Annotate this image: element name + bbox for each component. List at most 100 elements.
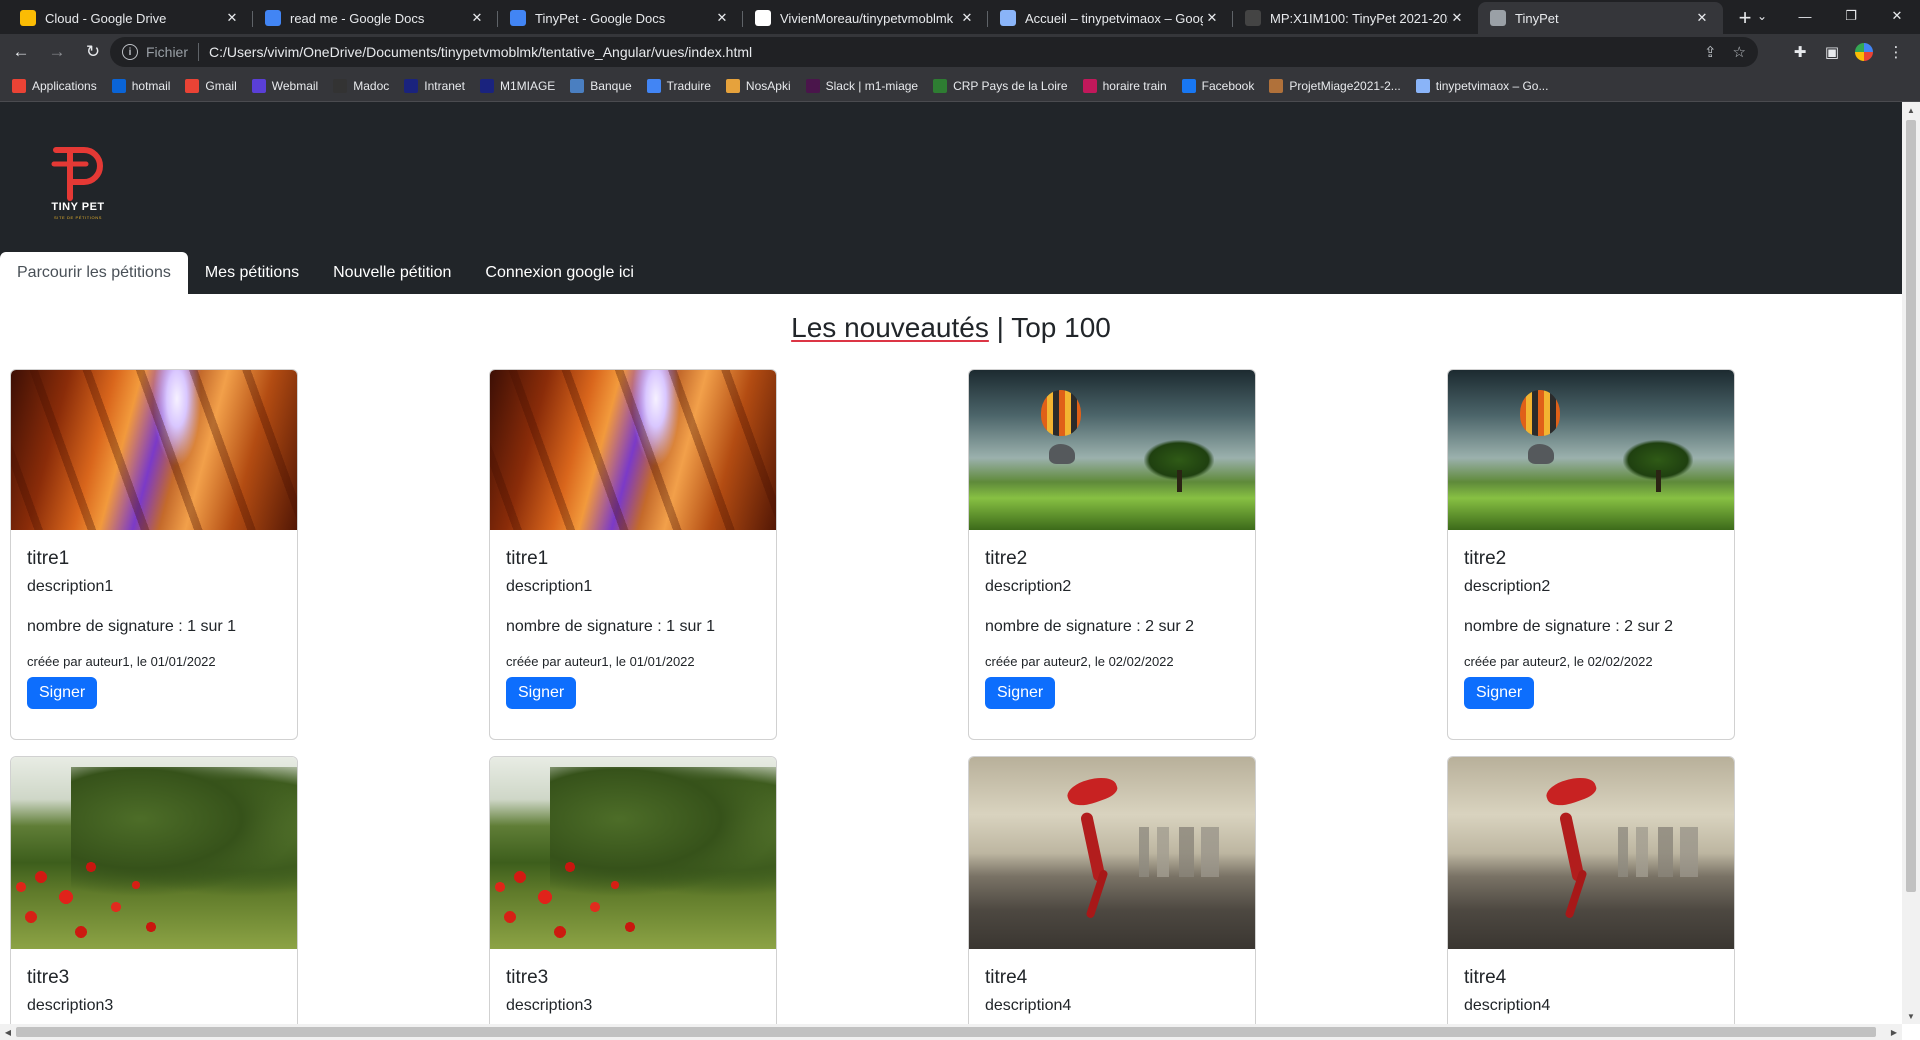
forward-arrow-icon[interactable]: →	[42, 37, 72, 67]
bookmark-item[interactable]: hotmail	[111, 78, 170, 93]
profile-avatar[interactable]	[1855, 43, 1873, 61]
red-scarf	[1543, 771, 1599, 811]
address-scheme: Fichier	[146, 44, 189, 60]
petition-description: description2	[1464, 578, 1551, 595]
petition-image	[490, 370, 776, 530]
bookmark-item[interactable]: Webmail	[251, 78, 318, 93]
bookmark-item[interactable]: Madoc	[333, 78, 389, 93]
nav-tab[interactable]: Mes pétitions	[188, 252, 316, 294]
crp-icon	[933, 78, 948, 93]
site-info-icon[interactable]: i	[122, 44, 138, 60]
petition-title: titre1	[27, 548, 70, 569]
petition-author-date: créée par auteur1, le 01/01/2022	[506, 654, 695, 669]
card-body: titre1 description1 nombre de signature : …	[11, 530, 297, 725]
petition-title: titre2	[985, 548, 1028, 569]
close-tab-icon[interactable]: ✕	[713, 10, 731, 26]
nav-tab[interactable]: Connexion google ici	[468, 252, 651, 294]
share-icon[interactable]: ⇪	[1704, 43, 1717, 61]
bookmark-item[interactable]: M1MIAGE	[479, 78, 555, 93]
close-tab-icon[interactable]: ✕	[1448, 10, 1466, 26]
close-tab-icon[interactable]: ✕	[958, 10, 976, 26]
bookmark-label: Slack | m1-miage	[825, 78, 919, 93]
petition-image	[490, 757, 776, 949]
minimize-icon[interactable]: —	[1782, 0, 1828, 32]
browser-tab[interactable]: Accueil – tinypetvimaox – Google ✕	[988, 2, 1233, 34]
scroll-up-icon[interactable]: ▲	[1902, 102, 1920, 118]
close-window-icon[interactable]: ✕	[1874, 0, 1920, 32]
close-tab-icon[interactable]: ✕	[1693, 10, 1711, 26]
page-viewport: TINY PET SITE DE PÉTITIONS Parcourir les…	[0, 102, 1902, 1024]
vertical-scroll-thumb[interactable]	[1906, 120, 1916, 892]
tinypet-logo[interactable]: TINY PET SITE DE PÉTITIONS	[40, 132, 116, 232]
bookmark-item[interactable]: CRP Pays de la Loire	[933, 78, 1068, 93]
close-tab-icon[interactable]: ✕	[1203, 10, 1221, 26]
bookmark-item[interactable]: horaire train	[1082, 78, 1167, 93]
scroll-down-icon[interactable]: ▼	[1902, 1008, 1920, 1024]
nav-tab[interactable]: Parcourir les pétitions	[0, 252, 188, 294]
close-tab-icon[interactable]: ✕	[223, 10, 241, 26]
browser-tab[interactable]: read me - Google Docs ✕	[253, 2, 498, 34]
sign-button[interactable]: Signer	[506, 677, 577, 709]
bookmark-item[interactable]: Traduire	[646, 78, 711, 93]
google-docs-icon	[265, 10, 281, 26]
bookmark-label: tinypetvimaox – Go...	[1435, 78, 1549, 93]
sign-button[interactable]: Signer	[985, 677, 1056, 709]
horizontal-scroll-thumb[interactable]	[16, 1027, 1876, 1037]
bookmark-item[interactable]: Applications	[12, 78, 97, 93]
bookmark-star-icon[interactable]: ☆	[1733, 43, 1746, 61]
tab-search-icon[interactable]: ⌄	[1746, 0, 1778, 32]
close-tab-icon[interactable]: ✕	[468, 10, 486, 26]
bookmark-label: CRP Pays de la Loire	[953, 78, 1068, 93]
bookmark-item[interactable]: Banque	[570, 78, 632, 93]
petition-author-date: créée par auteur2, le 02/02/2022	[1464, 654, 1653, 669]
top100-link[interactable]: Top 100	[1011, 312, 1111, 343]
petition-image	[1448, 757, 1734, 949]
translate-icon	[646, 78, 661, 93]
tab-list: Cloud - Google Drive ✕ read me - Google Do…	[8, 2, 1723, 34]
sign-button[interactable]: Signer	[27, 677, 98, 709]
bookmark-label: horaire train	[1102, 78, 1167, 93]
petition-image	[1448, 370, 1734, 530]
bookmark-item[interactable]: Gmail	[185, 78, 237, 93]
outlook-icon	[111, 78, 126, 93]
elephant	[1049, 444, 1075, 464]
extensions-puzzle-icon[interactable]: ✚	[1784, 37, 1816, 67]
bookmark-item[interactable]: tinypetvimaox – Go...	[1415, 78, 1549, 93]
bookmark-item[interactable]: ProjetMiage2021-2...	[1269, 78, 1401, 93]
bookmark-item[interactable]: NosApki	[725, 78, 791, 93]
petition-card: titre2 description2 nombre de signature : …	[1447, 369, 1735, 740]
restore-icon[interactable]: ❐	[1828, 0, 1874, 32]
browser-tab[interactable]: MP:X1IM100: TinyPet 2021-2022 ✕	[1233, 2, 1478, 34]
kebab-menu-icon[interactable]: ⋮	[1880, 37, 1912, 67]
browser-tab[interactable]: Cloud - Google Drive ✕	[8, 2, 253, 34]
scroll-left-icon[interactable]: ◀	[0, 1024, 16, 1040]
tab-title: TinyPet - Google Docs	[535, 10, 666, 26]
side-panel-icon[interactable]: ▣	[1816, 37, 1848, 67]
bookmark-item[interactable]: Slack | m1-miage	[805, 78, 919, 93]
bookmark-item[interactable]: Intranet	[404, 78, 465, 93]
hot-air-balloon	[1041, 390, 1081, 436]
reload-icon[interactable]: ↻	[78, 37, 108, 67]
logo-subtext: SITE DE PÉTITIONS	[54, 215, 102, 220]
card-body: titre2 description2 nombre de signature : …	[1448, 530, 1734, 725]
horizontal-scrollbar[interactable]: ◀ ▶	[0, 1024, 1902, 1040]
browser-tab[interactable]: TinyPet ✕	[1478, 2, 1723, 34]
signature-count: nombre de signature : 1 sur 1	[27, 618, 237, 635]
browser-tab[interactable]: TinyPet - Google Docs ✕	[498, 2, 743, 34]
sign-button[interactable]: Signer	[1464, 677, 1535, 709]
tab-title: VivienMoreau/tinypetvmoblmk	[780, 10, 954, 26]
petition-image	[969, 370, 1255, 530]
home-icon	[1415, 78, 1430, 93]
address-bar[interactable]: i Fichier C:/Users/vivim/OneDrive/Docume…	[110, 37, 1758, 67]
petition-title: titre2	[1464, 548, 1507, 569]
back-arrow-icon[interactable]: ←	[6, 37, 36, 67]
scroll-right-icon[interactable]: ▶	[1886, 1024, 1902, 1040]
nav-tab[interactable]: Nouvelle pétition	[316, 252, 468, 294]
signature-count: nombre de signature : 2 sur 2	[1464, 618, 1674, 635]
recent-link[interactable]: Les nouveautés	[791, 312, 989, 343]
university-icon	[479, 78, 494, 93]
vertical-scrollbar[interactable]: ▲ ▼	[1902, 102, 1920, 1024]
bookmark-item[interactable]: Facebook	[1181, 78, 1254, 93]
address-url[interactable]: C:/Users/vivim/OneDrive/Documents/tinype…	[209, 44, 1688, 60]
browser-tab[interactable]: VivienMoreau/tinypetvmoblmk ✕	[743, 2, 988, 34]
